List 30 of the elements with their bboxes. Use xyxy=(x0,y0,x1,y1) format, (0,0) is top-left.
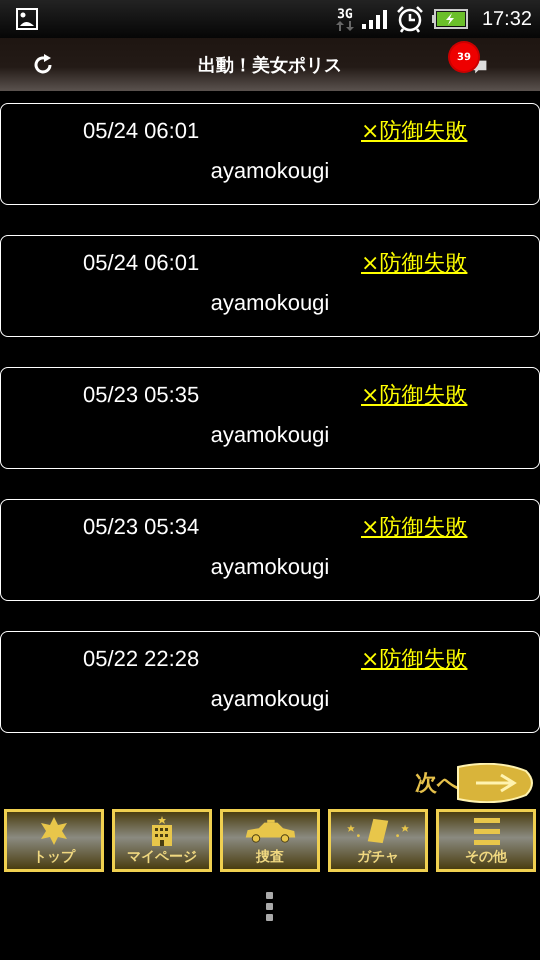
record-date: 05/23 05:34 xyxy=(83,514,200,540)
record-date: 05/24 06:01 xyxy=(83,118,200,144)
app-title: 出動！美女ポリス xyxy=(198,54,342,76)
opponent-name: ayamokougi xyxy=(210,422,330,448)
opponent-name: ayamokougi xyxy=(210,686,330,712)
nav-button[interactable]: 捜査 xyxy=(220,809,320,872)
menu-icon[interactable] xyxy=(266,892,274,921)
battery-icon xyxy=(432,9,468,29)
opponent-name: ayamokougi xyxy=(210,290,330,316)
opponent-name: ayamokougi xyxy=(210,158,330,184)
network-type: 3G xyxy=(337,8,353,20)
result-link[interactable]: ×防御失敗 xyxy=(361,248,468,278)
nav-button[interactable]: その他 xyxy=(436,809,536,872)
alarm-icon xyxy=(396,5,424,33)
nav-button[interactable]: マイページ xyxy=(112,809,212,872)
result-link[interactable]: ×防御失敗 xyxy=(361,116,468,146)
nav-button[interactable]: ガチャ xyxy=(328,809,428,872)
result-link[interactable]: ×防御失敗 xyxy=(361,644,468,674)
record-date: 05/23 05:35 xyxy=(83,382,200,408)
opponent-name: ayamokougi xyxy=(210,554,330,580)
notification-badge: 39 xyxy=(450,43,478,71)
record-date: 05/24 06:01 xyxy=(83,250,200,276)
nav-button[interactable]: トップ xyxy=(4,809,104,872)
signal-icon xyxy=(362,9,388,29)
result-link[interactable]: ×防御失敗 xyxy=(361,512,468,542)
result-link[interactable]: ×防御失敗 xyxy=(361,380,468,410)
data-arrows-icon xyxy=(336,20,354,30)
clock: 17:32 xyxy=(482,8,532,30)
image-icon xyxy=(16,8,38,30)
record-date: 05/22 22:28 xyxy=(83,646,200,672)
